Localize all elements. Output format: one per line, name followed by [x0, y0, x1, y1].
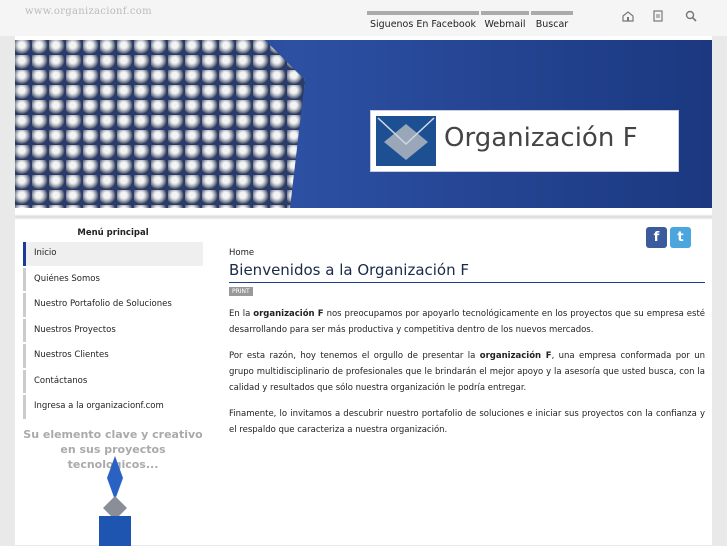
sidebar-item-ingresa[interactable]: Ingresa a la organizacionf.com — [23, 395, 203, 419]
sidebar-item-portafolio[interactable]: Nuestro Portafolio de Soluciones — [23, 293, 203, 317]
facebook-link[interactable]: Siguenos En Facebook — [367, 11, 479, 33]
sidebar-item-contactanos[interactable]: Contáctanos — [23, 369, 203, 393]
sidebar-item-clientes[interactable]: Nuestros Clientes — [23, 344, 203, 368]
decorative-diamonds — [99, 456, 131, 546]
page-title: Bienvenidos a la Organización F — [229, 261, 705, 283]
facebook-icon[interactable]: f — [646, 227, 667, 248]
main-content: Home Bienvenidos a la Organización F PRI… — [229, 248, 705, 438]
sidebar-item-proyectos[interactable]: Nuestros Proyectos — [23, 318, 203, 342]
divider — [15, 214, 712, 220]
logo-envelope-icon — [376, 116, 436, 166]
search-link[interactable]: Buscar — [531, 11, 573, 33]
top-bar: www.organizacionf.com Siguenos En Facebo… — [0, 0, 727, 36]
print-button[interactable]: PRINT — [229, 287, 253, 296]
page-container: Organización F Menú principal Inicio Qui… — [15, 36, 712, 546]
breadcrumb[interactable]: Home — [229, 248, 705, 260]
sidebar: Menú principal Inicio Quiénes Somos Nues… — [23, 226, 203, 472]
sitemap-icon[interactable] — [651, 9, 665, 23]
home-icon[interactable] — [621, 9, 635, 23]
menu-title: Menú principal — [77, 228, 149, 238]
logo-text: Organización F — [444, 123, 638, 153]
closing-paragraph: Finamente, lo invitamos a descubrir nues… — [229, 409, 705, 435]
social-icons: f t — [646, 227, 691, 248]
top-nav: Siguenos En Facebook Webmail Buscar — [367, 11, 575, 33]
webmail-link[interactable]: Webmail — [481, 11, 529, 33]
site-url: www.organizacionf.com — [25, 6, 152, 17]
intro-paragraph: En la organización F nos preocupamos por… — [229, 309, 706, 335]
building-photo — [15, 40, 305, 208]
sidebar-item-quienes-somos[interactable]: Quiénes Somos — [23, 267, 203, 291]
sidebar-item-inicio[interactable]: Inicio — [23, 242, 203, 266]
logo[interactable]: Organización F — [370, 110, 679, 172]
twitter-icon[interactable]: t — [670, 227, 691, 248]
mission-paragraph: Por esta razón, hoy tenemos el orgullo d… — [229, 351, 706, 393]
search-icon[interactable] — [684, 9, 698, 23]
header-banner: Organización F — [15, 40, 712, 208]
